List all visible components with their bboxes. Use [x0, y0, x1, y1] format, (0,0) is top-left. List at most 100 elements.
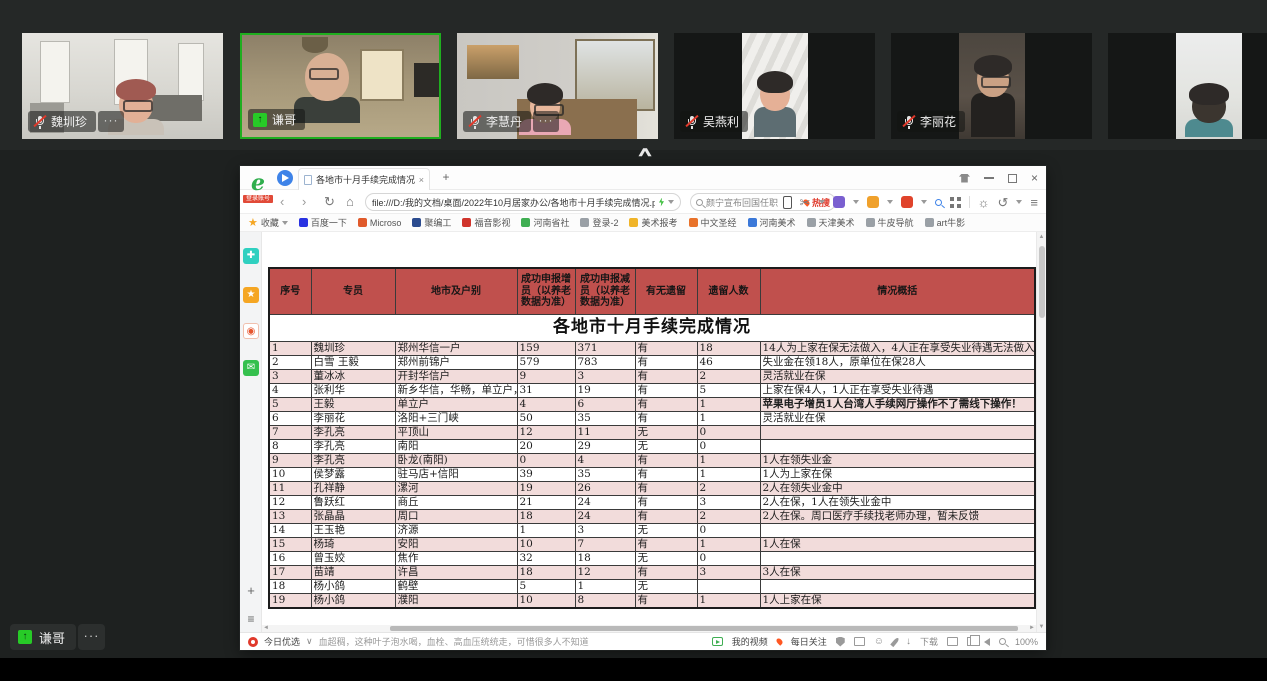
restore-button[interactable]: [1007, 173, 1017, 183]
window-copy-icon[interactable]: [966, 635, 980, 646]
translate-extension-icon[interactable]: [832, 196, 845, 208]
home-button[interactable]: ⌂: [346, 190, 354, 214]
safety-shield-icon[interactable]: [835, 636, 845, 647]
sidebar-weibo-icon[interactable]: ◉: [243, 323, 259, 339]
undo-icon[interactable]: ↺: [998, 196, 1009, 209]
scroll-left-icon[interactable]: ◄: [263, 625, 269, 631]
daily-follow-label[interactable]: 每日关注: [791, 635, 827, 648]
participant-tile-wuyanli[interactable]: 吴燕利: [674, 33, 875, 139]
participant-tile-weizhenzhen[interactable]: 魏圳珍 ···: [22, 33, 223, 139]
participant-tile-unnamed[interactable]: [1108, 33, 1267, 139]
forward-button[interactable]: ›: [302, 190, 306, 214]
speed-bolt-icon[interactable]: [659, 197, 664, 207]
bookmark-item[interactable]: 美术报考: [629, 216, 678, 229]
game-dropdown-icon[interactable]: [920, 200, 927, 204]
scissors-dropdown-icon[interactable]: [818, 200, 825, 204]
participant-more-button[interactable]: ···: [533, 111, 559, 132]
emoji-icon[interactable]: ☺: [874, 636, 884, 647]
pdf-cell: 18: [516, 508, 576, 524]
vertical-scrollbar[interactable]: ▲ ▼: [1036, 232, 1046, 632]
bookmark-item[interactable]: Microso: [357, 218, 401, 228]
vertical-scroll-thumb[interactable]: [1038, 246, 1045, 318]
address-dropdown-icon[interactable]: [668, 200, 674, 204]
zoom-level[interactable]: 100%: [1015, 637, 1038, 647]
participant-more-button[interactable]: ···: [98, 111, 124, 132]
settings-icon[interactable]: ☼: [978, 196, 990, 209]
pdf-cell: 有: [634, 382, 698, 398]
bookmark-item[interactable]: 中文圣经: [688, 216, 737, 229]
scroll-right-icon[interactable]: ►: [1029, 625, 1035, 631]
toolbar-divider: [968, 196, 970, 208]
pdf-cell: [759, 424, 1036, 440]
back-button[interactable]: ‹: [280, 190, 284, 214]
bookmark-item[interactable]: 天津美术: [806, 216, 855, 229]
pdf-cell: 1: [696, 396, 761, 412]
find-icon[interactable]: [934, 198, 942, 206]
pdf-cell: 10: [516, 592, 576, 608]
new-tab-button[interactable]: +: [438, 170, 454, 186]
sidebar-favorites-icon[interactable]: ★: [243, 287, 259, 303]
bookmark-item[interactable]: 牛皮导航: [865, 216, 914, 229]
bookmark-favicon: [298, 218, 308, 227]
pdf-cell: 安阳: [394, 536, 518, 552]
scroll-down-icon[interactable]: ▼: [1037, 624, 1046, 630]
my-video-label[interactable]: 我的视频: [732, 635, 768, 648]
bookmark-label: 河南美术: [759, 218, 796, 228]
browser-login-logo[interactable]: e 登录账号: [243, 172, 273, 203]
rocket-boost-icon[interactable]: [890, 636, 900, 647]
address-bar[interactable]: file:///D:/我的文档/桌面/2022年10月居家办公/各地市十月手续完…: [365, 193, 681, 211]
minimize-button[interactable]: [983, 177, 994, 179]
close-button[interactable]: ×: [1031, 172, 1038, 184]
bookmark-item[interactable]: 百度一下: [298, 216, 347, 229]
bookmark-item[interactable]: 河南省社: [521, 216, 569, 229]
game-center-icon[interactable]: [900, 196, 913, 208]
sharing-indicator-pill[interactable]: ↑ 谦哥: [10, 624, 77, 650]
pdf-cell: 有: [634, 536, 698, 552]
horizontal-scrollbar[interactable]: ◄ ►: [262, 625, 1036, 632]
bookmark-item[interactable]: 登录-2: [580, 216, 618, 229]
shield-dropdown-icon[interactable]: [886, 200, 893, 204]
screenshot-scissors-icon[interactable]: ✂: [800, 196, 811, 209]
news-ticker[interactable]: 血超稠，这种叶子泡水喝，血栓、高血压统统走，可惜很多人不知道: [319, 635, 589, 648]
participant-tile-qiange[interactable]: ↑ 谦哥: [240, 33, 441, 139]
bookmark-favicon: [629, 218, 639, 227]
pdf-cell: 2人在保，1人在领失业金中: [759, 494, 1036, 510]
daily-picks-label[interactable]: 今日优选: [264, 635, 300, 648]
collapse-strip-chevron[interactable]: ∧: [620, 145, 669, 158]
sharing-more-button[interactable]: ···: [78, 624, 105, 650]
security-shield-icon[interactable]: [866, 196, 879, 208]
bookmark-item[interactable]: 河南美术: [747, 216, 796, 229]
screenshot-image-icon[interactable]: [853, 637, 865, 646]
sidebar-health-icon[interactable]: ✚: [243, 248, 259, 264]
screen-sharing-icon: ↑: [253, 112, 267, 127]
reload-button[interactable]: ↻: [324, 190, 335, 214]
participant-tile-lihuidan[interactable]: 李慧丹 ···: [457, 33, 658, 139]
download-label[interactable]: 下载: [920, 635, 938, 648]
theme-skin-icon[interactable]: [958, 173, 970, 183]
translate-dropdown-icon[interactable]: [852, 200, 859, 204]
bookmark-item[interactable]: 聚编工: [412, 216, 451, 229]
favorites-menu[interactable]: ★ 收藏: [248, 216, 288, 229]
zoom-magnifier-icon[interactable]: [998, 638, 1006, 645]
undo-dropdown-icon[interactable]: [1016, 200, 1023, 204]
bookmark-item[interactable]: 福音影视: [462, 216, 510, 229]
horizontal-scroll-thumb[interactable]: [390, 626, 1018, 631]
ticker-collapse-icon[interactable]: ∨: [306, 636, 313, 647]
scroll-up-icon[interactable]: ▲: [1037, 234, 1046, 240]
browser-menu-logo-icon[interactable]: [277, 170, 293, 186]
printer-icon[interactable]: [946, 637, 958, 646]
apps-grid-icon[interactable]: [949, 196, 961, 208]
pdf-cell: 5: [696, 382, 761, 398]
bookmark-item[interactable]: art牛影: [924, 216, 965, 229]
sidebar-list-icon[interactable]: ≡: [243, 611, 259, 627]
tab-close-icon[interactable]: ×: [419, 175, 424, 185]
speaker-icon[interactable]: [983, 637, 990, 646]
browser-tab[interactable]: 各地市十月手续完成情况.pdf ×: [298, 168, 430, 190]
mobile-phone-icon[interactable]: [782, 195, 792, 209]
menu-icon[interactable]: ≡: [1030, 196, 1038, 209]
download-arrow-icon[interactable]: ↓: [906, 636, 911, 647]
sidebar-add-icon[interactable]: +: [243, 583, 259, 599]
participant-tile-lilihua[interactable]: 李丽花: [891, 33, 1092, 139]
sidebar-mail-icon[interactable]: ✉: [243, 360, 259, 376]
pdf-cell: 3: [268, 368, 312, 384]
